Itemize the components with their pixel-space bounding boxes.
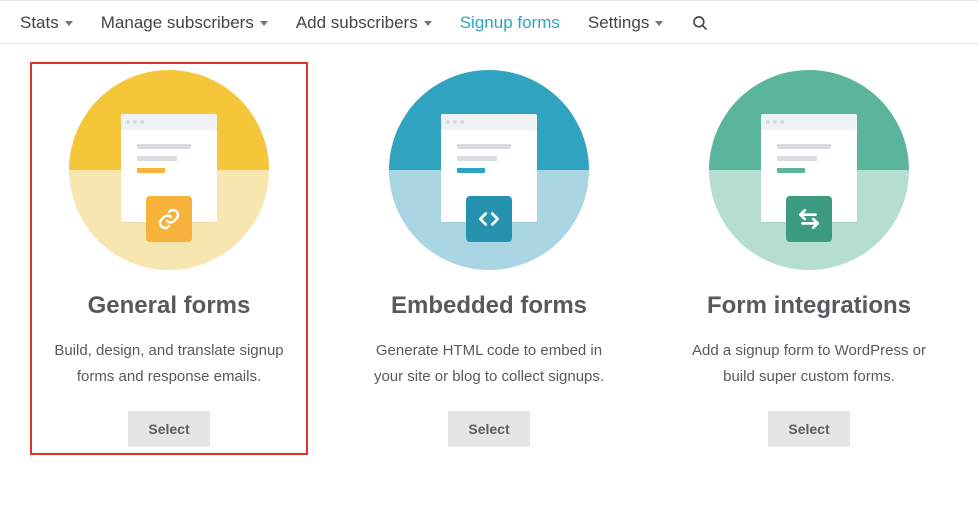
card-form-integrations: Form integrations Add a signup form to W… [678,70,940,447]
tab-add-label: Add subscribers [296,13,418,33]
swap-arrows-icon [786,196,832,242]
card-description: Build, design, and translate signup form… [38,338,300,389]
link-icon [146,196,192,242]
card-illustration [389,70,589,270]
tab-manage-subscribers[interactable]: Manage subscribers [101,13,268,33]
cards-row: General forms Build, design, and transla… [0,44,978,467]
tab-signup-label: Signup forms [460,13,560,33]
card-title: Embedded forms [358,292,620,320]
code-icon [466,196,512,242]
card-general-forms: General forms Build, design, and transla… [38,70,300,447]
chevron-down-icon [424,21,432,26]
chevron-down-icon [260,21,268,26]
card-illustration [69,70,269,270]
tab-add-subscribers[interactable]: Add subscribers [296,13,432,33]
chevron-down-icon [65,21,73,26]
tab-signup-forms[interactable]: Signup forms [460,13,560,33]
chevron-down-icon [655,21,663,26]
card-description: Add a signup form to WordPress or build … [678,338,940,389]
card-title: Form integrations [678,292,940,320]
card-description: Generate HTML code to embed in your site… [358,338,620,389]
tab-settings-label: Settings [588,13,649,33]
card-embedded-forms: Embedded forms Generate HTML code to emb… [358,70,620,447]
search-button[interactable] [691,14,709,32]
select-general-button[interactable]: Select [128,411,209,447]
tab-settings[interactable]: Settings [588,13,663,33]
card-illustration [709,70,909,270]
tab-stats-label: Stats [20,13,59,33]
select-embedded-button[interactable]: Select [448,411,529,447]
tab-bar: Stats Manage subscribers Add subscribers… [0,0,978,44]
tab-manage-label: Manage subscribers [101,13,254,33]
tab-stats[interactable]: Stats [20,13,73,33]
search-icon [691,14,709,32]
select-integrations-button[interactable]: Select [768,411,849,447]
card-title: General forms [38,292,300,320]
